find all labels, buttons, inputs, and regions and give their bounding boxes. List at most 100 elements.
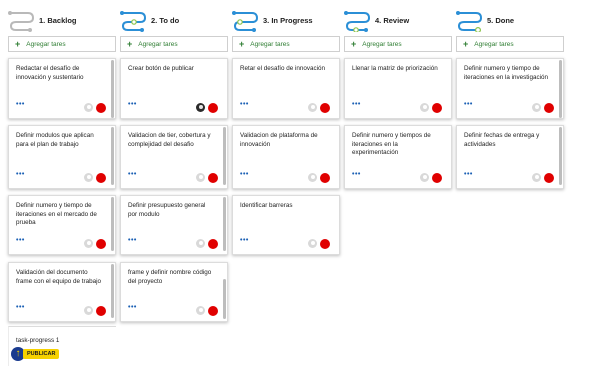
user-avatar-icon bbox=[532, 103, 541, 112]
status-dot bbox=[96, 306, 106, 316]
more-options-icon[interactable]: ••• bbox=[352, 171, 361, 178]
task-title: Validacion de plataforma de innovación bbox=[240, 132, 318, 148]
column-header: 4. Review bbox=[344, 6, 452, 36]
task-card[interactable]: Validación del documento frame con el eq… bbox=[8, 262, 116, 322]
column-title: 4. Review bbox=[375, 16, 410, 25]
column-title: 2. To do bbox=[151, 16, 180, 25]
more-options-icon[interactable]: ••• bbox=[352, 101, 361, 108]
card-scrollbar[interactable] bbox=[111, 127, 114, 185]
task-card[interactable]: Crear botón de publicar ••• bbox=[120, 58, 228, 119]
more-options-icon[interactable]: ••• bbox=[16, 171, 25, 178]
card-scrollbar[interactable] bbox=[111, 60, 114, 118]
task-card[interactable]: Definir presupuesto general por modulo •… bbox=[120, 195, 228, 255]
plus-icon: + bbox=[15, 38, 21, 49]
card-scrollbar[interactable] bbox=[559, 127, 562, 185]
user-avatar-icon bbox=[196, 306, 205, 315]
more-options-icon[interactable]: ••• bbox=[464, 101, 473, 108]
add-task-label: Agregar tares bbox=[138, 40, 178, 48]
task-card[interactable]: Definir numero y tiempos de iteraciones … bbox=[344, 125, 452, 189]
user-avatar-icon bbox=[420, 173, 429, 182]
status-dot bbox=[96, 103, 106, 113]
task-card[interactable]: Retar el desafío de innovación ••• bbox=[232, 58, 340, 119]
task-card[interactable]: Validacion de tier, cobertura y compleji… bbox=[120, 125, 228, 189]
more-options-icon[interactable]: ••• bbox=[128, 237, 137, 244]
publish-button[interactable]: ↑ PUBLICAR bbox=[11, 347, 60, 361]
task-card[interactable]: frame y definir nombre código del proyec… bbox=[120, 262, 228, 322]
user-avatar-icon bbox=[84, 173, 93, 182]
task-title: frame y definir nombre código del proyec… bbox=[128, 269, 212, 285]
status-dot bbox=[208, 173, 218, 183]
column-review: 4. Review + Agregar tares Llenar la matr… bbox=[344, 6, 452, 189]
status-dot bbox=[208, 239, 218, 249]
user-avatar-icon bbox=[84, 306, 93, 315]
status-dot bbox=[208, 306, 218, 316]
card-scrollbar[interactable] bbox=[223, 127, 226, 185]
user-avatar-icon bbox=[84, 239, 93, 248]
user-avatar-icon bbox=[308, 173, 317, 182]
status-dot bbox=[544, 173, 554, 183]
task-card[interactable]: Llenar la matriz de priorización ••• bbox=[344, 58, 452, 119]
status-dot bbox=[320, 173, 330, 183]
task-title: Definir modulos que aplican para el plan… bbox=[16, 132, 94, 148]
task-title: Llenar la matriz de priorización bbox=[352, 65, 438, 72]
more-options-icon[interactable]: ••• bbox=[464, 171, 473, 178]
more-options-icon[interactable]: ••• bbox=[128, 171, 137, 178]
task-card[interactable]: Definir fechas de entrega y actividades … bbox=[456, 125, 564, 189]
column-title: 1. Backlog bbox=[39, 16, 77, 25]
workflow-icon bbox=[232, 11, 259, 32]
user-avatar-icon bbox=[420, 103, 429, 112]
status-dot bbox=[544, 103, 554, 113]
user-avatar-icon bbox=[84, 103, 93, 112]
add-task-button[interactable]: + Agregar tares bbox=[120, 36, 228, 52]
more-options-icon[interactable]: ••• bbox=[240, 237, 249, 244]
column-in-progress: 3. In Progress + Agregar tares Retar el … bbox=[232, 6, 340, 255]
more-options-icon[interactable]: ••• bbox=[240, 171, 249, 178]
task-title: Crear botón de publicar bbox=[128, 65, 194, 72]
task-title: task-progress 1 bbox=[16, 337, 60, 344]
more-options-icon[interactable]: ••• bbox=[16, 237, 25, 244]
task-card[interactable]: Definir numero y tiempo de iteraciones e… bbox=[8, 195, 116, 255]
user-avatar-icon bbox=[196, 239, 205, 248]
more-options-icon[interactable]: ••• bbox=[16, 101, 25, 108]
task-card[interactable]: Redactar el desafío de innovación y sust… bbox=[8, 58, 116, 119]
add-task-label: Agregar tares bbox=[474, 40, 514, 48]
plus-icon: + bbox=[239, 38, 245, 49]
workflow-icon bbox=[456, 11, 483, 32]
user-avatar-icon bbox=[196, 103, 205, 112]
more-options-icon[interactable]: ••• bbox=[16, 304, 25, 311]
task-card[interactable]: Identificar barreras ••• bbox=[232, 195, 340, 255]
card-scrollbar[interactable] bbox=[559, 60, 562, 118]
task-title: Definir numero y tiempo de iteraciones e… bbox=[464, 65, 549, 81]
more-options-icon[interactable]: ••• bbox=[128, 304, 137, 311]
card-scrollbar[interactable] bbox=[223, 197, 226, 251]
add-task-button[interactable]: + Agregar tares bbox=[232, 36, 340, 52]
workflow-icon bbox=[8, 11, 35, 32]
task-card[interactable]: Validacion de plataforma de innovación •… bbox=[232, 125, 340, 189]
column-header: 3. In Progress bbox=[232, 6, 340, 36]
add-task-button[interactable]: + Agregar tares bbox=[8, 36, 116, 52]
card-scrollbar[interactable] bbox=[223, 279, 226, 319]
add-task-button[interactable]: + Agregar tares bbox=[456, 36, 564, 52]
add-task-label: Agregar tares bbox=[250, 40, 290, 48]
task-title: Redactar el desafío de innovación y sust… bbox=[16, 65, 84, 81]
add-task-button[interactable]: + Agregar tares bbox=[344, 36, 452, 52]
more-options-icon[interactable]: ••• bbox=[128, 101, 137, 108]
plus-icon: + bbox=[351, 38, 357, 49]
task-card[interactable]: Definir modulos que aplican para el plan… bbox=[8, 125, 116, 189]
column-header: 1. Backlog bbox=[8, 6, 116, 36]
task-card[interactable]: Definir numero y tiempo de iteraciones e… bbox=[456, 58, 564, 119]
status-dot bbox=[320, 103, 330, 113]
column-done: 5. Done + Agregar tares Definir numero y… bbox=[456, 6, 564, 189]
plus-icon: + bbox=[463, 38, 469, 49]
task-title: Definir fechas de entrega y actividades bbox=[464, 132, 540, 148]
card-scrollbar[interactable] bbox=[111, 264, 114, 318]
kanban-board: 1. Backlog + Agregar tares Redactar el d… bbox=[8, 6, 588, 366]
status-dot bbox=[208, 103, 218, 113]
card-scrollbar[interactable] bbox=[111, 197, 114, 251]
status-dot bbox=[96, 239, 106, 249]
task-title: Definir presupuesto general por modulo bbox=[128, 202, 206, 218]
column-backlog: 1. Backlog + Agregar tares Redactar el d… bbox=[8, 6, 116, 366]
more-options-icon[interactable]: ••• bbox=[240, 101, 249, 108]
task-title: Identificar barreras bbox=[240, 202, 293, 209]
column-title: 5. Done bbox=[487, 16, 515, 25]
